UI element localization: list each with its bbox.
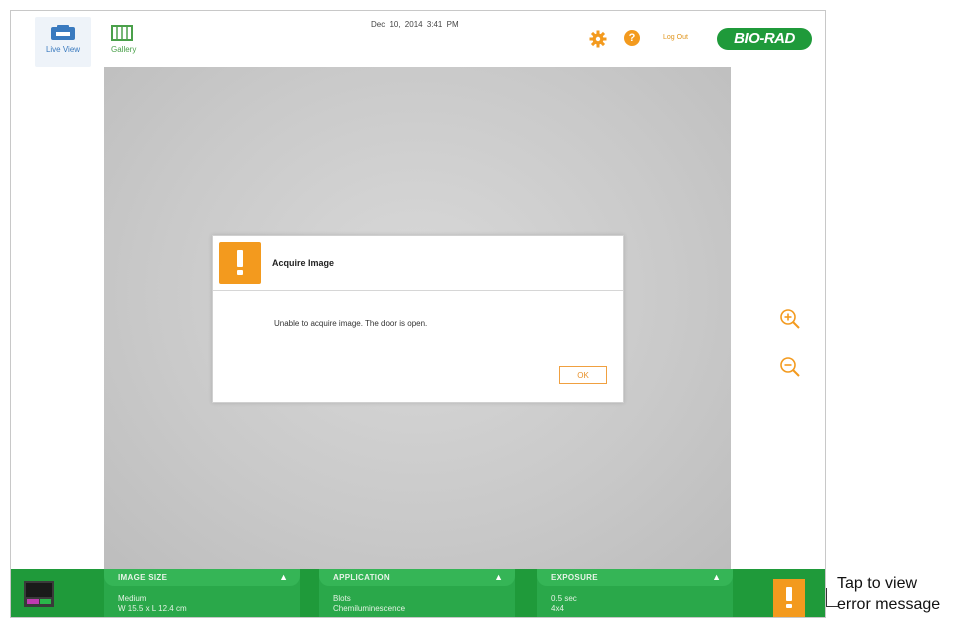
image-size-title: IMAGE SIZE — [118, 573, 168, 582]
bio-rad-logo: BIO-RAD — [717, 28, 812, 50]
bottom-settings-bar: IMAGE SIZE ▲ Medium W 15.5 x L 12.4 cm A… — [11, 569, 825, 617]
sample-drawer-icon[interactable] — [24, 581, 54, 607]
image-size-value: Medium — [118, 594, 147, 603]
dialog-message: Unable to acquire image. The door is ope… — [274, 319, 428, 328]
application-panel[interactable]: APPLICATION ▲ Blots Chemiluminescence — [319, 569, 515, 617]
warning-icon — [786, 587, 792, 608]
error-callout-text: Tap to view error message — [837, 573, 940, 615]
live-view-label: Live View — [45, 45, 81, 54]
chevron-up-icon[interactable]: ▲ — [712, 572, 721, 582]
exposure-binning: 4x4 — [551, 604, 564, 613]
ok-button[interactable]: OK — [559, 366, 607, 384]
top-toolbar: Live View Gallery Dec 10, 2014 3:41 PM ?… — [11, 11, 825, 67]
callout-line-2: error message — [837, 596, 941, 613]
warning-icon — [219, 242, 261, 284]
zoom-out-icon[interactable] — [779, 356, 801, 378]
live-view-button[interactable]: Live View — [35, 17, 91, 67]
exposure-header[interactable]: EXPOSURE ▲ — [537, 569, 733, 586]
acquire-image-dialog: Acquire Image Unable to acquire image. T… — [212, 235, 624, 403]
gear-icon[interactable] — [589, 30, 607, 48]
application-header[interactable]: APPLICATION ▲ — [319, 569, 515, 586]
error-alert-button[interactable] — [773, 579, 805, 617]
dialog-header: Acquire Image — [213, 236, 623, 291]
callout-leader-line — [826, 588, 827, 606]
exposure-time: 0.5 sec — [551, 594, 577, 603]
application-method: Chemiluminescence — [333, 604, 406, 613]
log-out-link[interactable]: Log Out — [663, 34, 688, 41]
application-value: Blots — [333, 594, 351, 603]
gallery-button[interactable]: Gallery — [99, 17, 155, 67]
gallery-icon — [111, 25, 133, 41]
callout-line-1: Tap to view — [837, 575, 918, 592]
help-icon[interactable]: ? — [624, 30, 640, 46]
exposure-panel[interactable]: EXPOSURE ▲ 0.5 sec 4x4 — [537, 569, 733, 617]
gallery-label: Gallery — [111, 45, 137, 54]
dialog-title: Acquire Image — [272, 258, 335, 268]
chevron-up-icon[interactable]: ▲ — [279, 572, 288, 582]
image-size-dimensions: W 15.5 x L 12.4 cm — [118, 604, 187, 613]
exposure-title: EXPOSURE — [551, 573, 598, 582]
zoom-in-icon[interactable] — [779, 308, 801, 330]
image-size-panel[interactable]: IMAGE SIZE ▲ Medium W 15.5 x L 12.4 cm — [104, 569, 300, 617]
imager-app-window: Live View Gallery Dec 10, 2014 3:41 PM ?… — [10, 10, 826, 618]
image-size-header[interactable]: IMAGE SIZE ▲ — [104, 569, 300, 586]
camera-icon — [51, 25, 75, 40]
date-time-display: Dec 10, 2014 3:41 PM — [371, 20, 459, 29]
chevron-up-icon[interactable]: ▲ — [494, 572, 503, 582]
application-title: APPLICATION — [333, 573, 390, 582]
